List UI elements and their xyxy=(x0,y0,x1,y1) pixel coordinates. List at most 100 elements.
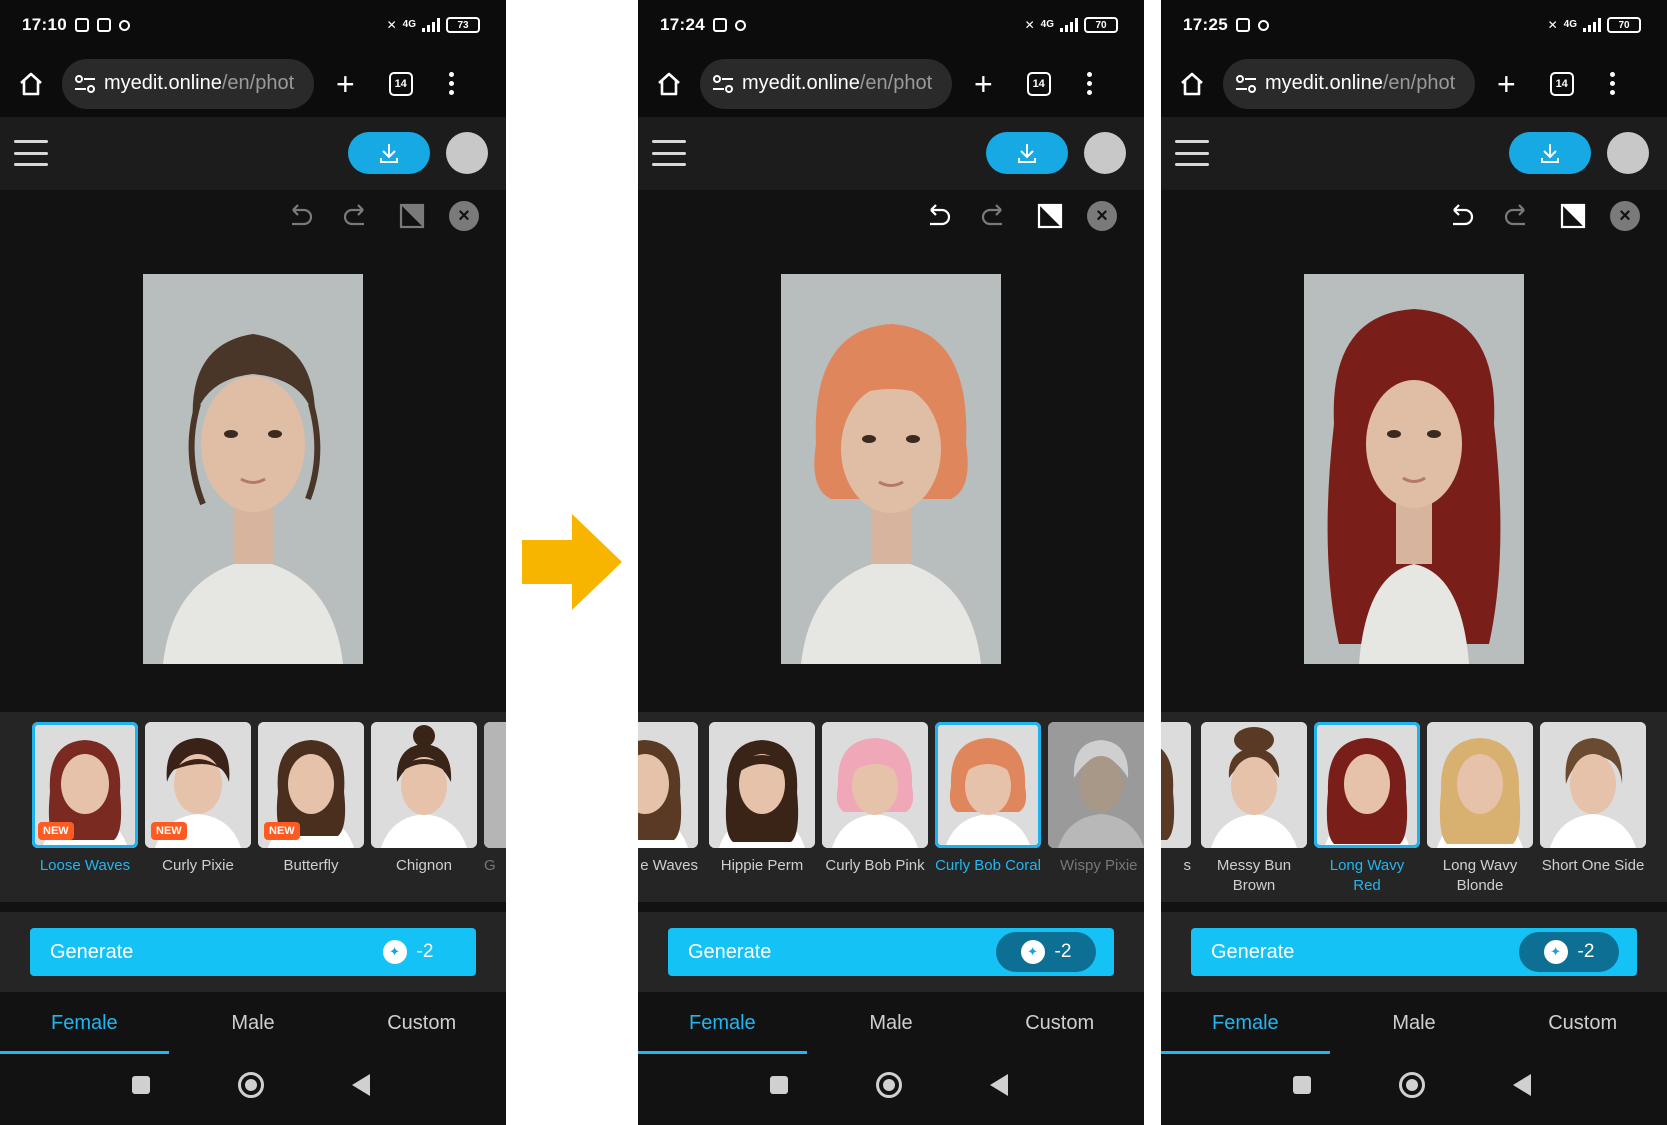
kebab-icon[interactable] xyxy=(448,72,454,95)
tab-custom[interactable]: Custom xyxy=(337,992,506,1052)
hamburger-icon[interactable] xyxy=(652,140,686,166)
hairstyle-thumb[interactable]: Long Wavy Blonde xyxy=(1427,722,1533,897)
tab-male[interactable]: Male xyxy=(169,992,338,1052)
generate-button[interactable]: Generate ✦ -2 xyxy=(668,928,1114,976)
new-badge: NEW xyxy=(264,822,300,840)
android-nav-bar xyxy=(1161,1054,1667,1125)
plus-icon[interactable]: + xyxy=(974,68,993,100)
square-icon[interactable] xyxy=(770,1076,788,1094)
hairstyle-thumb[interactable]: Long Wavy Red xyxy=(1314,722,1420,897)
download-button[interactable] xyxy=(986,132,1068,174)
tab-male[interactable]: Male xyxy=(807,992,976,1052)
square-icon[interactable] xyxy=(132,1076,150,1094)
hairstyle-thumb[interactable]: Messy Bun Brown xyxy=(1201,722,1307,897)
avatar[interactable] xyxy=(446,132,488,174)
redo-icon[interactable] xyxy=(1499,198,1535,234)
tab-custom[interactable]: Custom xyxy=(975,992,1144,1052)
tab-female[interactable]: Female xyxy=(638,992,807,1054)
tab-female[interactable]: Female xyxy=(0,992,169,1054)
generate-button[interactable]: Generate ✦ -2 xyxy=(1191,928,1637,976)
tune-icon[interactable] xyxy=(1235,74,1257,93)
hairstyle-label: Chignon xyxy=(396,857,452,874)
hairstyle-thumb[interactable]: Chignon xyxy=(371,722,477,876)
avatar[interactable] xyxy=(1084,132,1126,174)
circle-icon[interactable] xyxy=(876,1072,902,1098)
address-bar[interactable]: myedit.online/en/phot xyxy=(62,58,314,109)
kebab-icon[interactable] xyxy=(1086,72,1092,95)
download-button[interactable] xyxy=(1509,132,1591,174)
close-icon[interactable]: × xyxy=(1607,198,1643,234)
redo-icon[interactable] xyxy=(976,198,1012,234)
hairstyle-strip[interactable]: NEW Loose Waves NEW Curly Pixie NEW Butt… xyxy=(0,712,506,902)
generate-button[interactable]: Generate ✦ -2 xyxy=(30,928,476,976)
tab-custom[interactable]: Custom xyxy=(1498,992,1667,1052)
plus-icon[interactable]: + xyxy=(1497,68,1516,100)
status-time: 17:10 xyxy=(22,15,67,34)
hairstyle-thumb[interactable]: s xyxy=(1161,722,1191,876)
redo-icon[interactable] xyxy=(338,198,374,234)
credit-icon: ✦ xyxy=(1543,940,1568,964)
back-icon[interactable] xyxy=(352,1074,370,1096)
hairstyle-label: e Waves xyxy=(640,857,698,874)
home-icon[interactable] xyxy=(18,71,44,97)
hamburger-icon[interactable] xyxy=(14,140,48,166)
phone-screen-before: 17:10 ✕ 4G 73 myedit.online/en/phot + 14 xyxy=(0,0,506,1125)
tune-icon[interactable] xyxy=(712,74,734,93)
hairstyle-thumb[interactable]: NEW Curly Pixie xyxy=(145,722,251,876)
hairstyle-thumb[interactable]: Wispy Pixie xyxy=(1048,722,1144,876)
hairstyle-thumb[interactable]: Short One Side xyxy=(1540,722,1646,876)
tabs-icon[interactable]: 14 xyxy=(1026,71,1051,96)
android-nav-bar xyxy=(0,1054,506,1125)
generate-label: Generate xyxy=(1211,940,1295,963)
undo-icon[interactable] xyxy=(1443,198,1479,234)
close-icon[interactable]: × xyxy=(446,198,482,234)
arrow-icon xyxy=(522,514,622,610)
hairstyle-thumb[interactable]: Hippie Perm xyxy=(709,722,815,876)
tune-icon[interactable] xyxy=(74,74,96,93)
hairstyle-thumb[interactable]: e Waves xyxy=(638,722,698,876)
address-bar[interactable]: myedit.online/en/phot xyxy=(700,58,952,109)
kebab-icon[interactable] xyxy=(1609,72,1615,95)
undo-icon[interactable] xyxy=(282,198,318,234)
compare-icon[interactable] xyxy=(1555,198,1591,234)
undo-icon[interactable] xyxy=(920,198,956,234)
hairstyle-thumb[interactable]: NEW Loose Waves xyxy=(32,722,138,876)
credit-value: -2 xyxy=(416,941,434,962)
gender-tabs: Female Male Custom xyxy=(638,992,1144,1054)
tabs-icon[interactable]: 14 xyxy=(388,71,413,96)
hairstyle-strip[interactable]: s Messy Bun Brown Long Wavy Red Long Wav… xyxy=(1161,712,1667,902)
hairstyle-thumb[interactable]: G xyxy=(484,722,506,876)
home-icon[interactable] xyxy=(656,71,682,97)
hairstyle-thumb[interactable]: NEW Butterfly xyxy=(258,722,364,876)
hamburger-icon[interactable] xyxy=(1175,140,1209,166)
tabs-icon[interactable]: 14 xyxy=(1549,71,1574,96)
hairstyle-thumb[interactable]: Curly Bob Coral xyxy=(935,722,1041,876)
circle-icon[interactable] xyxy=(1399,1072,1425,1098)
compare-icon[interactable] xyxy=(1032,198,1068,234)
hairstyle-thumb[interactable]: Curly Bob Pink xyxy=(822,722,928,876)
tab-female[interactable]: Female xyxy=(1161,992,1330,1054)
generate-label: Generate xyxy=(50,940,134,963)
address-bar[interactable]: myedit.online/en/phot xyxy=(1223,58,1475,109)
hairstyle-label: Curly Pixie xyxy=(162,857,234,874)
upload-icon xyxy=(1235,18,1250,32)
download-button[interactable] xyxy=(348,132,430,174)
tab-male[interactable]: Male xyxy=(1330,992,1499,1052)
back-icon[interactable] xyxy=(990,1074,1008,1096)
mute-icon: ✕ xyxy=(386,18,397,32)
avatar[interactable] xyxy=(1607,132,1649,174)
network-type: 4G xyxy=(1563,19,1577,30)
compare-icon[interactable] xyxy=(394,198,430,234)
preview-photo xyxy=(781,274,1001,664)
circle-icon[interactable] xyxy=(238,1072,264,1098)
status-bar: 17:25 ✕ 4G 70 xyxy=(1161,0,1667,50)
home-icon[interactable] xyxy=(1179,71,1205,97)
hairstyle-strip[interactable]: e Waves Hippie Perm Curly Bob Pink Curly… xyxy=(638,712,1144,902)
upload-icon xyxy=(96,18,111,32)
close-icon[interactable]: × xyxy=(1084,198,1120,234)
credit-icon: ✦ xyxy=(382,940,407,964)
sync-icon xyxy=(118,19,130,31)
plus-icon[interactable]: + xyxy=(336,68,355,100)
back-icon[interactable] xyxy=(1513,1074,1531,1096)
square-icon[interactable] xyxy=(1293,1076,1311,1094)
